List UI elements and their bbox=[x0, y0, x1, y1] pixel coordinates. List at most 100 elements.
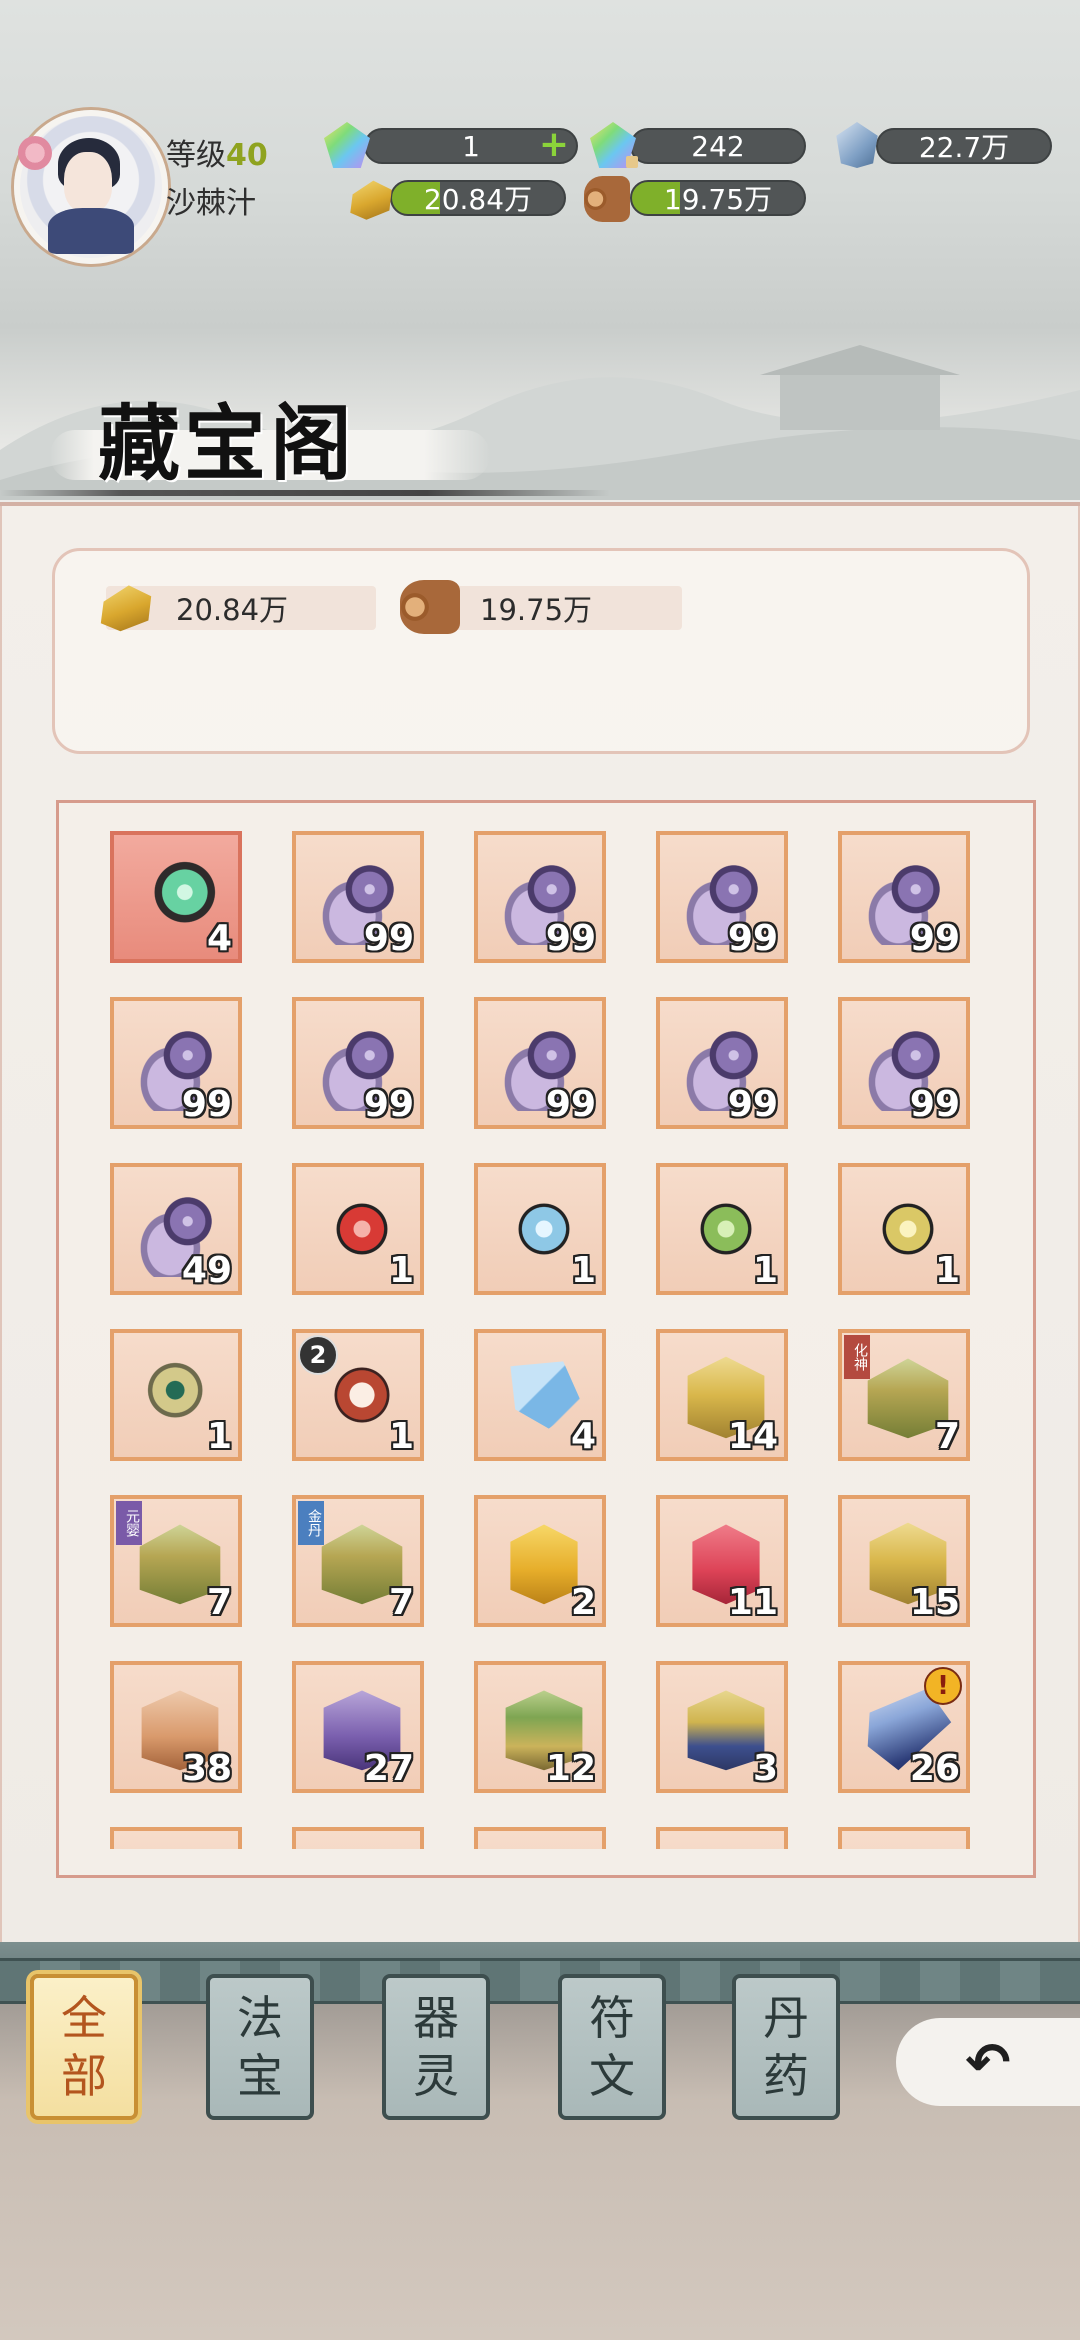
item-count: 99 bbox=[545, 1084, 596, 1125]
tab-rune[interactable]: 符 文 bbox=[558, 1974, 666, 2120]
inventory-slot-partial[interactable] bbox=[474, 1827, 606, 1849]
page-title: 藏宝阁 bbox=[98, 396, 357, 492]
item-count: 15 bbox=[909, 1582, 960, 1623]
gold-resource-bar: 20.84万 bbox=[390, 180, 566, 216]
item-count: 99 bbox=[545, 918, 596, 959]
item-count: 99 bbox=[181, 1084, 232, 1125]
inventory-slot[interactable]: 1 bbox=[110, 1329, 242, 1461]
tab-spirit-label-top: 器 bbox=[413, 1991, 459, 2045]
page-title-banner: 藏宝阁 bbox=[40, 375, 490, 495]
inventory-slot[interactable]: 99 bbox=[474, 997, 606, 1129]
item-count: 4 bbox=[206, 918, 232, 959]
tab-spirit[interactable]: 器 灵 bbox=[382, 1974, 490, 2120]
inventory-slot[interactable]: 2 bbox=[474, 1495, 606, 1627]
item-count: 99 bbox=[909, 1084, 960, 1125]
inventory-slot[interactable]: 14 bbox=[656, 1329, 788, 1461]
tab-pill-label-top: 丹 bbox=[763, 1991, 809, 2045]
item-count: 1 bbox=[934, 1250, 960, 1291]
inventory-slot-partial[interactable] bbox=[110, 1827, 242, 1849]
inventory-slot[interactable]: 1 bbox=[838, 1163, 970, 1295]
inventory-slot[interactable]: 11 bbox=[656, 1495, 788, 1627]
tab-pill-label-bottom: 药 bbox=[763, 2049, 809, 2103]
locked-gem-resource-value: 242 bbox=[691, 129, 745, 163]
item-count: 99 bbox=[727, 918, 778, 959]
inventory-slot[interactable]: 4 bbox=[474, 1329, 606, 1461]
jade-resource-value: 1 bbox=[462, 129, 480, 163]
inventory-slot[interactable]: 12 bbox=[474, 1661, 606, 1793]
blue-crystal-icon bbox=[836, 122, 878, 168]
crystal-resource-bar: 22.7万 bbox=[876, 128, 1052, 164]
crystal-resource-value: 22.7万 bbox=[918, 131, 1010, 164]
inventory-slot[interactable]: 38 bbox=[110, 1661, 242, 1793]
tab-all[interactable]: 全 部 bbox=[30, 1974, 138, 2120]
avatar-robe bbox=[48, 208, 134, 254]
item-count: 1 bbox=[206, 1416, 232, 1457]
item-count: 7 bbox=[388, 1582, 414, 1623]
summary-wood-value: 19.75万 bbox=[480, 593, 593, 627]
item-count: 99 bbox=[363, 1084, 414, 1125]
inventory-slot[interactable]: 99 bbox=[838, 997, 970, 1129]
realm-tag: 元婴 bbox=[116, 1501, 142, 1545]
wood-resource-bar: 19.75万 bbox=[630, 180, 806, 216]
item-count: 1 bbox=[752, 1250, 778, 1291]
tab-rune-label-bottom: 文 bbox=[589, 2049, 635, 2103]
top-status-bar: 等级40 沙棘汁 1 + 242 22.7万 20.84万 19.75万 bbox=[0, 0, 1080, 264]
inventory-slot[interactable]: 1 bbox=[292, 1163, 424, 1295]
tab-all-label-top: 全 bbox=[61, 1991, 107, 2045]
tab-rune-label-top: 符 bbox=[589, 1991, 635, 2045]
inventory-slot[interactable]: 3 bbox=[656, 1661, 788, 1793]
item-count: 1 bbox=[388, 1250, 414, 1291]
inventory-slot[interactable]: 4 bbox=[110, 831, 242, 963]
item-count: 4 bbox=[570, 1416, 596, 1457]
inventory-slot[interactable]: 27 bbox=[292, 1661, 424, 1793]
player-avatar[interactable] bbox=[14, 110, 168, 264]
alert-icon: ! bbox=[924, 1667, 962, 1705]
tab-treasure[interactable]: 法 宝 bbox=[206, 1974, 314, 2120]
inventory-slot-partial[interactable] bbox=[292, 1827, 424, 1849]
inventory-slot[interactable]: 99 bbox=[656, 831, 788, 963]
back-arrow-icon: ↶ bbox=[965, 2030, 1011, 2094]
level-value: 40 bbox=[226, 138, 268, 173]
currency-summary-box bbox=[52, 548, 1030, 754]
tab-spirit-label-bottom: 灵 bbox=[413, 2049, 459, 2103]
item-count: 49 bbox=[181, 1250, 232, 1291]
inventory-slot[interactable]: ! 26 bbox=[838, 1661, 970, 1793]
locked-gem-resource-bar: 242 bbox=[630, 128, 806, 164]
tab-pill[interactable]: 丹 药 bbox=[732, 1974, 840, 2120]
item-count: 1 bbox=[388, 1416, 414, 1457]
wood-log-icon bbox=[584, 176, 630, 222]
inventory-slot[interactable]: 1 bbox=[474, 1163, 606, 1295]
inventory-slot[interactable]: 99 bbox=[474, 831, 606, 963]
inventory-slot[interactable]: 99 bbox=[292, 997, 424, 1129]
item-count: 27 bbox=[363, 1748, 414, 1789]
item-count: 38 bbox=[181, 1748, 232, 1789]
tab-all-label-bottom: 部 bbox=[61, 2049, 107, 2103]
back-button[interactable]: ↶ bbox=[896, 2018, 1080, 2106]
inventory-slot[interactable]: 49 bbox=[110, 1163, 242, 1295]
inventory-slot[interactable]: 21 bbox=[292, 1329, 424, 1461]
inventory-slot[interactable]: 金丹 7 bbox=[292, 1495, 424, 1627]
inventory-slot[interactable]: 元婴 7 bbox=[110, 1495, 242, 1627]
item-count: 99 bbox=[363, 918, 414, 959]
inventory-slot[interactable]: 99 bbox=[110, 997, 242, 1129]
inventory-slot[interactable]: 99 bbox=[656, 997, 788, 1129]
item-count: 7 bbox=[934, 1416, 960, 1457]
inventory-slot[interactable]: 化神 7 bbox=[838, 1329, 970, 1461]
tab-treasure-label-top: 法 bbox=[237, 1991, 283, 2045]
inventory-slot[interactable]: 99 bbox=[292, 831, 424, 963]
inventory-slot[interactable]: 1 bbox=[656, 1163, 788, 1295]
inventory-slot-partial[interactable] bbox=[838, 1827, 970, 1849]
item-count: 11 bbox=[727, 1582, 778, 1623]
summary-wood-log-icon bbox=[400, 580, 460, 634]
inventory-slot[interactable]: 99 bbox=[838, 831, 970, 963]
plus-icon[interactable]: + bbox=[538, 127, 570, 163]
level-badge: 2 bbox=[298, 1335, 338, 1375]
item-count: 14 bbox=[727, 1416, 778, 1457]
wood-resource-value: 19.75万 bbox=[663, 183, 773, 216]
tab-treasure-label-bottom: 宝 bbox=[237, 2049, 283, 2103]
lock-icon bbox=[626, 156, 638, 168]
player-level: 等级40 bbox=[166, 130, 268, 174]
inventory-slot-partial[interactable] bbox=[656, 1827, 788, 1849]
inventory-slot[interactable]: 15 bbox=[838, 1495, 970, 1627]
title-underline bbox=[0, 490, 610, 496]
